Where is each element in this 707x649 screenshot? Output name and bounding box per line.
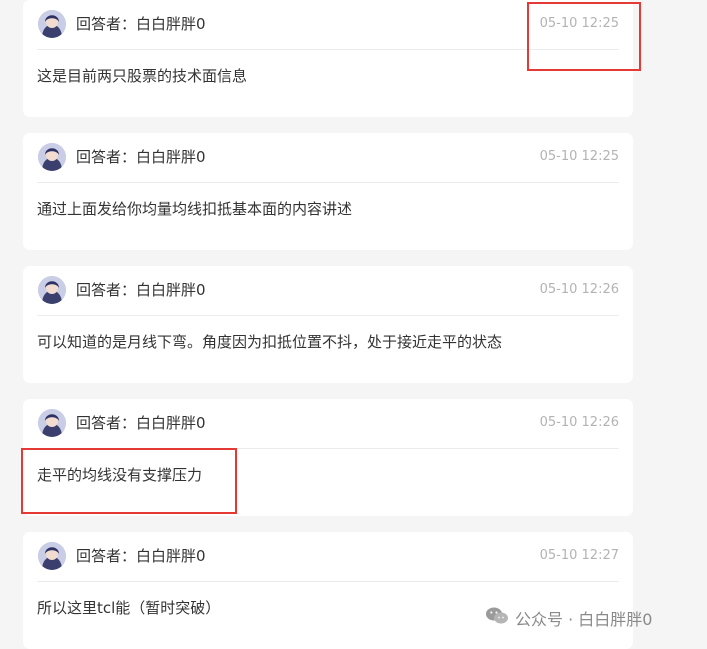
answer-content: 所以这里tcl能（暂时突破） xyxy=(37,599,221,617)
watermark-text: 公众号 · 白白胖胖0 xyxy=(515,610,653,629)
answerer-name: 回答者：白白胖胖0 xyxy=(76,148,206,166)
avatar[interactable] xyxy=(38,143,66,171)
wechat-icon xyxy=(485,606,509,630)
answer-header: 回答者：白白胖胖0 05-10 12:25 xyxy=(37,133,619,183)
answer-content: 通过上面发给你均量均线扣抵基本面的内容讲述 xyxy=(37,200,353,218)
answer-time: 05-10 12:27 xyxy=(539,548,619,563)
answer-content: 这是目前两只股票的技术面信息 xyxy=(37,67,248,85)
answerer-name: 回答者：白白胖胖0 xyxy=(76,281,206,299)
avatar[interactable] xyxy=(38,542,66,570)
answerer-name: 回答者：白白胖胖0 xyxy=(76,15,206,33)
avatar[interactable] xyxy=(38,276,66,304)
time-highlight-box xyxy=(527,2,641,71)
answer-header: 回答者：白白胖胖0 05-10 12:27 xyxy=(37,532,619,582)
answer-time: 05-10 12:26 xyxy=(539,415,619,430)
answer-card: 回答者：白白胖胖0 05-10 12:27 所以这里tcl能（暂时突破） xyxy=(23,532,633,649)
content-highlight-box xyxy=(21,448,237,514)
answer-content: 可以知道的是月线下弯。角度因为扣抵位置不抖，处于接近走平的状态 xyxy=(37,333,503,351)
avatar[interactable] xyxy=(38,409,66,437)
answerer-name: 回答者：白白胖胖0 xyxy=(76,547,206,565)
watermark: 公众号 · 白白胖胖0 xyxy=(485,606,652,630)
answer-time: 05-10 12:25 xyxy=(539,149,619,164)
answer-card: 回答者：白白胖胖0 05-10 12:25 通过上面发给你均量均线扣抵基本面的内… xyxy=(23,133,633,250)
answer-card: 回答者：白白胖胖0 05-10 12:26 可以知道的是月线下弯。角度因为扣抵位… xyxy=(23,266,633,383)
avatar[interactable] xyxy=(38,10,66,38)
answer-header: 回答者：白白胖胖0 05-10 12:26 xyxy=(37,399,619,449)
answer-time: 05-10 12:26 xyxy=(539,282,619,297)
answer-header: 回答者：白白胖胖0 05-10 12:26 xyxy=(37,266,619,316)
answerer-name: 回答者：白白胖胖0 xyxy=(76,414,206,432)
